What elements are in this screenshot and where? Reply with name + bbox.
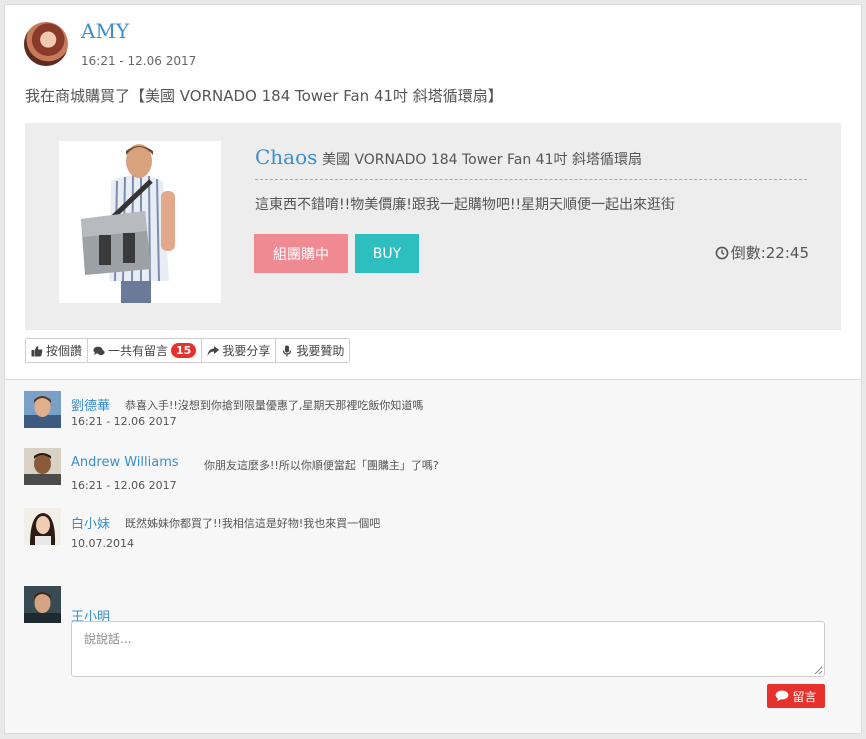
comments-icon: [93, 346, 105, 355]
post-card: AMY 16:21 - 12.06 2017 我在商城購買了【美國 VORNAD…: [4, 4, 862, 734]
product-box: Chaos 美國 VORNADO 184 Tower Fan 41吋 斜塔循環扇…: [25, 123, 841, 330]
comment-time: 16:21 - 12.06 2017: [71, 415, 177, 428]
comment-text: 既然姊妹你都買了!!我相信這是好物!我也來買一個吧: [125, 517, 381, 530]
comment-time: 10.07.2014: [71, 537, 134, 550]
commenter-avatar[interactable]: [24, 448, 61, 485]
countdown-text: 倒數:22:45: [730, 244, 809, 262]
thumbs-up-icon: [31, 345, 43, 356]
comments-count-badge: 15: [171, 343, 197, 358]
post-time: 16:21 - 12.06 2017: [81, 54, 197, 68]
author-avatar[interactable]: [24, 22, 68, 66]
buy-button[interactable]: BUY: [355, 234, 419, 273]
product-name[interactable]: 美國 VORNADO 184 Tower Fan 41吋 斜塔循環扇: [322, 149, 642, 169]
product-description: 這東西不錯唷!!物美價廉!跟我一起購物吧!!星期天順便一起出來逛街: [255, 197, 676, 213]
comments-section: 劉德華 恭喜入手!!沒想到你搶到限量優惠了,星期天那裡吃飯你知道嗎 16:21 …: [5, 379, 861, 733]
commenter-name[interactable]: 劉德華: [71, 395, 110, 414]
commenter-name[interactable]: Andrew Williams: [71, 455, 179, 470]
resize-grip-icon[interactable]: [813, 665, 823, 675]
comment-text: 恭喜入手!!沒想到你搶到限量優惠了,星期天那裡吃飯你知道嗎: [125, 399, 424, 412]
product-image[interactable]: [59, 141, 221, 303]
post-author[interactable]: AMY: [81, 19, 129, 43]
comment-time: 16:21 - 12.06 2017: [71, 479, 177, 492]
group-buy-button[interactable]: 組團購中: [254, 234, 348, 273]
post-text: 我在商城購買了【美國 VORNADO 184 Tower Fan 41吋 斜塔循…: [25, 87, 503, 105]
product-divider: [255, 179, 807, 180]
share-button[interactable]: 我要分享: [202, 339, 277, 362]
seller-name[interactable]: Chaos: [255, 145, 317, 169]
share-label: 我要分享: [222, 344, 271, 358]
sponsor-label: 我要贊助: [296, 344, 345, 358]
submit-comment-button[interactable]: 留言: [767, 684, 825, 708]
submit-label: 留言: [792, 689, 817, 704]
clock-icon: [715, 246, 729, 259]
comment-bubble-icon: [776, 690, 789, 702]
comments-label: 一共有留言: [108, 344, 169, 358]
microphone-icon: [283, 345, 292, 356]
user-avatar[interactable]: [24, 586, 61, 623]
commenter-avatar[interactable]: [24, 508, 61, 545]
comment-text: 你朋友這麼多!!所以你順便當起「團購主」了嗎?: [204, 459, 439, 472]
like-label: 按個讚: [46, 344, 83, 358]
commenter-avatar[interactable]: [24, 391, 61, 428]
comments-button[interactable]: 一共有留言 15: [88, 339, 203, 362]
like-button[interactable]: 按個讚: [26, 339, 89, 362]
comment-input[interactable]: [71, 621, 825, 677]
commenter-name[interactable]: 白小妹: [71, 513, 110, 532]
action-toolbar: 按個讚 一共有留言 15 我要分享 我要贊助: [25, 338, 351, 363]
countdown: 倒數:22:45: [715, 242, 809, 263]
share-icon: [207, 345, 220, 356]
sponsor-button[interactable]: 我要贊助: [276, 339, 350, 362]
